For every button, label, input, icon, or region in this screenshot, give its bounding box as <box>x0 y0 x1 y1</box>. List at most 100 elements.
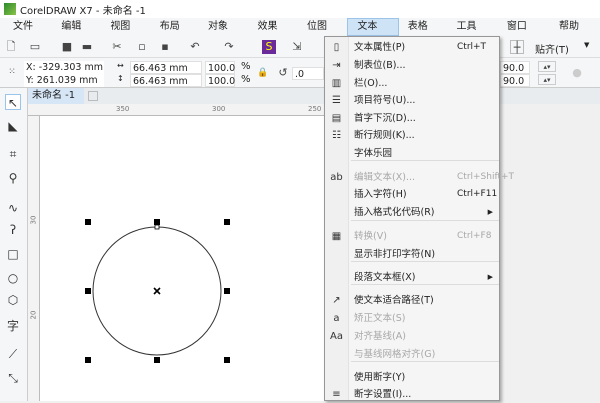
copy-icon[interactable]: ▫ <box>135 40 149 54</box>
menu-item: 与基线网格对齐(G) <box>325 346 499 363</box>
menu-item-label: 文本属性(P) <box>354 42 406 53</box>
selection-handle[interactable] <box>85 219 91 225</box>
menu-item[interactable]: 插入字符(H) Ctrl+F11 <box>325 186 499 203</box>
x-position-field[interactable]: X: -329.303 mm <box>24 61 104 74</box>
toolbox: ↖ ◣ ⌗ ⚲ ∿ ʔ □ ○ ⬡ 字 ⟋ ⤡ <box>0 88 28 401</box>
lock-ratio-icon[interactable]: 🔒 <box>256 66 270 80</box>
zoom-tool-icon[interactable]: ⚲ <box>5 170 21 186</box>
ruler-label: 250 <box>308 105 322 113</box>
fit-text-to-path-icon: ↗ <box>332 295 341 306</box>
pick-tool-icon[interactable]: ↖ <box>5 94 21 110</box>
ruler-label: 350 <box>116 105 130 113</box>
y-position-field[interactable]: Y: 261.039 mm <box>24 74 104 87</box>
menu-item[interactable]: ▥ 栏(O)... <box>325 75 499 92</box>
rotation-field[interactable]: .0 <box>292 67 324 80</box>
freehand-tool-icon[interactable]: ∿ <box>5 200 21 216</box>
selection-handle[interactable] <box>154 357 160 363</box>
new-document-icon[interactable]: 🗋 <box>4 40 18 54</box>
height-field[interactable]: 66.463 mm <box>130 74 202 87</box>
shape-tool-icon[interactable]: ◣ <box>5 118 21 134</box>
menu-item[interactable]: 段落文本框(X) ▶ <box>325 269 499 286</box>
reference-point-icon[interactable]: ⁙ <box>5 65 19 79</box>
menu-1[interactable]: 编辑(E) <box>52 18 101 50</box>
menu-item-label: 对齐基线(A) <box>354 331 406 342</box>
title-bar: CorelDRAW X7 - 未命名 -1 <box>0 0 600 18</box>
save-icon[interactable]: ■ <box>60 40 74 54</box>
artistic-media-icon[interactable]: ʔ <box>5 222 21 238</box>
menu-item[interactable]: ☷ 断行规则(K)... <box>325 127 499 144</box>
import-icon[interactable]: ⇲ <box>290 40 304 54</box>
submenu-arrow-icon: ▶ <box>487 273 493 281</box>
coreldraw-logo-icon <box>4 3 16 15</box>
menu-item[interactable]: 字体乐园 <box>325 145 499 162</box>
scale-y-field[interactable]: 100.0 <box>205 74 235 87</box>
chevron-down-icon[interactable]: ▼ <box>584 41 589 49</box>
corel-connect-icon[interactable]: S <box>262 40 276 54</box>
standard-toolbar: 🗋 ▭ ■ ▬ ✂ ▫ ▪ ↶ ↷ S ⇲ ┼ 贴齐(T) ▼ <box>0 36 600 58</box>
ellipse-shape[interactable] <box>40 116 324 401</box>
menu-item[interactable]: ▯ 文本属性(P) Ctrl+T <box>325 39 499 56</box>
menu-item[interactable]: ↗ 使文本适合路径(T) <box>325 292 499 309</box>
undo-icon[interactable]: ↶ <box>188 40 202 54</box>
angle-spinner[interactable]: ▴▾ <box>538 61 556 72</box>
menu-11[interactable]: 帮助(H) <box>550 18 600 50</box>
menu-6[interactable]: 位图(B) <box>298 18 347 50</box>
rectangle-tool-icon[interactable]: □ <box>5 246 21 262</box>
paste-icon[interactable]: ▪ <box>158 40 172 54</box>
horizontal-ruler: 350 300 250 <box>28 104 324 116</box>
menu-item[interactable]: 使用断字(Y) <box>325 369 499 386</box>
dimension-tool-icon[interactable]: ⟋ <box>5 346 21 362</box>
menu-item[interactable]: 显示非打印字符(N) <box>325 246 499 263</box>
new-tab-icon[interactable] <box>88 91 98 101</box>
selection-handle[interactable] <box>85 288 91 294</box>
selection-handle[interactable] <box>85 357 91 363</box>
percent-label: % <box>241 61 251 72</box>
menu-item[interactable]: ⇥ 制表位(B)... <box>325 57 499 74</box>
menu-7[interactable]: 文本(X) <box>347 18 399 48</box>
convert-icon: ▦ <box>331 231 342 242</box>
align-baseline-icon: Aa <box>330 331 343 342</box>
redo-icon[interactable]: ↷ <box>222 40 236 54</box>
angle-spinner[interactable]: ▴▾ <box>538 74 556 85</box>
connector-tool-icon[interactable]: ⤡ <box>5 370 21 386</box>
menu-9[interactable]: 工具(O) <box>448 18 498 50</box>
percent-label: % <box>241 74 251 85</box>
menu-item[interactable]: 插入格式化代码(R) ▶ <box>325 204 499 221</box>
snap-grid-icon[interactable]: ┼ <box>510 40 524 54</box>
menu-item-label: 插入格式化代码(R) <box>354 207 435 218</box>
document-tab[interactable]: 未命名 -1 <box>28 88 84 104</box>
selection-handle[interactable] <box>224 288 230 294</box>
polygon-tool-icon[interactable]: ⬡ <box>5 292 21 308</box>
ruler-label: 300 <box>212 105 226 113</box>
menu-5[interactable]: 效果(C) <box>248 18 298 50</box>
selection-handle[interactable] <box>224 219 230 225</box>
width-field[interactable]: 66.463 mm <box>130 61 202 74</box>
scale-x-field[interactable]: 100.0 <box>205 61 235 74</box>
direction-icon[interactable]: ● <box>570 66 584 80</box>
menu-item[interactable]: ≡ 断字设置(I)... <box>325 386 499 403</box>
end-angle-field[interactable]: 90.0 ° <box>500 74 530 100</box>
cut-icon[interactable]: ✂ <box>110 40 124 54</box>
menu-item[interactable]: ▤ 首字下沉(D)... <box>325 110 499 127</box>
menu-3[interactable]: 布局(L) <box>151 18 199 50</box>
selection-handle[interactable] <box>224 357 230 363</box>
selection-handle[interactable] <box>154 219 160 225</box>
open-icon[interactable]: ▭ <box>28 40 42 54</box>
menu-item[interactable]: ☰ 项目符号(U)... <box>325 92 499 109</box>
menu-item-label: 插入字符(H) <box>354 189 407 200</box>
menu-0[interactable]: 文件(F) <box>4 18 52 50</box>
menu-10[interactable]: 窗口(W) <box>498 18 550 50</box>
drawing-canvas[interactable] <box>40 116 324 401</box>
ellipse-tool-icon[interactable]: ○ <box>5 270 21 286</box>
ruler-label: 20 <box>29 310 38 320</box>
menu-item-label: 断行规则(K)... <box>354 130 415 141</box>
start-angle-field[interactable]: 90.0 ° <box>500 61 530 87</box>
menu-2[interactable]: 视图(V) <box>101 18 150 50</box>
edit-text-icon: ab <box>330 172 343 183</box>
crop-tool-icon[interactable]: ⌗ <box>5 146 21 162</box>
menu-4[interactable]: 对象(C) <box>199 18 249 50</box>
text-tool-icon[interactable]: 字 <box>5 318 21 334</box>
snap-dropdown[interactable]: 贴齐(T) <box>535 41 569 56</box>
print-icon[interactable]: ▬ <box>80 40 94 54</box>
menu-8[interactable]: 表格(T) <box>399 18 448 50</box>
